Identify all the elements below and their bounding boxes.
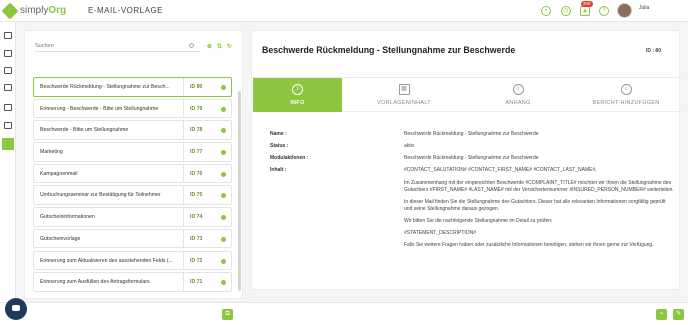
- tab-anhang[interactable]: i ANHANG: [462, 78, 574, 112]
- template-list-panel: ⊕ ⇅ ↻ Beschwerde Rückmeldung - Stellungn…: [24, 30, 243, 299]
- status-dot: [221, 280, 226, 286]
- list-item-id: ID 75: [190, 192, 203, 199]
- add-icon[interactable]: ⊕: [207, 43, 212, 50]
- page-title: E-MAIL-VORLAGE: [88, 6, 164, 15]
- inhalt-paragraph: In dieser Mail finden Sie die Stellungna…: [404, 199, 666, 212]
- list-item[interactable]: Erinnerung zum Ausfüllen des Antragsform…: [33, 272, 232, 292]
- copy-button[interactable]: ⧉: [222, 309, 233, 320]
- status-dot: [221, 215, 226, 221]
- sort-icon[interactable]: ⇅: [217, 43, 222, 50]
- list-scrollbar[interactable]: [238, 91, 241, 291]
- inhalt-label: Inhalt :: [270, 167, 287, 173]
- sidebar-building-icon[interactable]: [4, 67, 12, 74]
- modul-value: Beschwerde Rückmeldung - Stellungnahme z…: [404, 155, 539, 161]
- status-dot: [221, 171, 226, 177]
- search-input[interactable]: [35, 41, 200, 52]
- list-item-id: ID 76: [190, 170, 203, 177]
- list-item[interactable]: Beschwerde Rückmeldung - Stellungnahme z…: [33, 77, 232, 97]
- list-item-id: ID 71: [190, 279, 203, 286]
- detail-panel: Beschwerde Rückmeldung - Stellungnahme z…: [251, 30, 681, 290]
- status-dot: [221, 150, 226, 156]
- list-item-id: ID 78: [190, 127, 203, 134]
- lightbulb-icon[interactable]: •: [541, 6, 551, 16]
- tab-bericht-hinzufuegen[interactable]: i BERICHT HINZUFÜGEN: [570, 78, 682, 112]
- inhalt-line1: #CONTACT_SALUTATION# #CONTACT_FIRST_NAME…: [404, 167, 597, 173]
- bell-icon[interactable]: ▲: [580, 6, 590, 16]
- info-icon: i: [512, 84, 524, 95]
- status-label: Status :: [270, 143, 289, 149]
- inhalt-paragraph: Wir bitten Sie die nachfolgende Stellung…: [404, 218, 553, 224]
- logo-suffix: Org: [48, 5, 67, 16]
- inhalt-paragraph: Im Zusammenhang mit der eingereichten Be…: [404, 180, 674, 193]
- sidebar-grid-icon[interactable]: [4, 122, 12, 129]
- list-item-id: ID 80: [190, 84, 203, 90]
- info-icon: i: [292, 84, 303, 95]
- detail-tabs: i INFO ▦ VORLAGENINHALT i ANHANG i BERICHT H…: [252, 77, 681, 112]
- list-item[interactable]: Gutscheinvorlage ID 73: [33, 228, 232, 249]
- notification-badge: 200: [581, 1, 593, 7]
- tab-vorlageninhalt[interactable]: ▦ VORLAGENINHALT: [348, 78, 460, 112]
- status-dot: [221, 236, 226, 242]
- name-label: Name :: [270, 131, 287, 137]
- list-item[interactable]: Gutscheininformationen ID 74: [33, 207, 232, 227]
- list-item-id: ID 77: [190, 149, 203, 156]
- refresh-icon[interactable]: ↻: [227, 43, 232, 50]
- sidebar-megaphone-icon[interactable]: [4, 104, 12, 111]
- info-icon: i: [620, 84, 632, 95]
- template-list: Beschwerde Rückmeldung - Stellungnahme z…: [33, 77, 232, 294]
- list-item[interactable]: Beschwerde - Bitte um Stellungnahme ID 78: [33, 120, 232, 140]
- status-value: aktiv: [404, 143, 415, 149]
- sidebar: [0, 22, 16, 325]
- calendar-icon: ▦: [398, 84, 410, 95]
- inhalt-paragraph: Falls Sie weitere Fragen haben oder zusä…: [404, 242, 654, 248]
- list-item[interactable]: Kampagnenmail ID 76: [33, 163, 232, 184]
- status-dot: [221, 106, 226, 112]
- inhalt-paragraph: #STATEMENT_DESCRIPTION#: [404, 230, 477, 236]
- list-item[interactable]: Umbuchungsseminar zur Bestätigung für Te…: [33, 185, 232, 205]
- list-item[interactable]: Marketing ID 77: [33, 142, 232, 162]
- status-dot: [221, 85, 226, 90]
- chat-bubble-icon[interactable]: [5, 298, 27, 320]
- user-name[interactable]: Julia: [639, 5, 649, 11]
- search-icon[interactable]: [189, 43, 194, 48]
- sidebar-calendar-icon[interactable]: [4, 84, 12, 91]
- delete-button[interactable]: ▪: [656, 309, 667, 320]
- sidebar-book-icon[interactable]: [4, 50, 12, 57]
- list-item-id: ID 72: [190, 257, 203, 264]
- list-item[interactable]: Erinnerung zum Aktualisieren des aussteh…: [33, 250, 232, 270]
- clock-icon[interactable]: ◷: [561, 6, 571, 16]
- list-item-id: ID 79: [190, 105, 203, 112]
- list-item-id: ID 73: [190, 235, 203, 242]
- detail-title: Beschwerde Rückmeldung - Stellungnahme z…: [262, 45, 516, 55]
- status-dot: [221, 193, 226, 199]
- top-bar: simplyOrg E-MAIL-VORLAGE • ◷ ▲ 200 ? Jul…: [0, 0, 688, 22]
- edit-button[interactable]: ✎: [673, 309, 684, 320]
- bottom-bar: ⧉ ▪ ✎: [0, 302, 688, 325]
- app-logo[interactable]: simplyOrg: [1, 2, 67, 20]
- tab-info[interactable]: i INFO: [253, 78, 342, 112]
- status-dot: [221, 258, 226, 264]
- list-item[interactable]: Erinnerung - Beschwerde - Bitte um Stell…: [33, 98, 232, 119]
- logo-mark-icon: [1, 2, 19, 20]
- info-section: Name : Beschwerde Rückmeldung - Stellungn…: [270, 131, 674, 254]
- status-dot: [221, 128, 226, 134]
- logo-prefix: simply: [20, 5, 49, 16]
- detail-id: ID : 80: [645, 48, 661, 54]
- sidebar-dashboard-icon[interactable]: [4, 32, 12, 39]
- name-value: Beschwerde Rückmeldung - Stellungnahme z…: [404, 131, 539, 137]
- avatar[interactable]: [617, 3, 632, 18]
- list-item-id: ID 74: [190, 214, 203, 221]
- modul-label: Modulaktionen :: [270, 155, 309, 161]
- help-icon[interactable]: ?: [599, 6, 609, 16]
- sidebar-email-icon[interactable]: [2, 138, 14, 150]
